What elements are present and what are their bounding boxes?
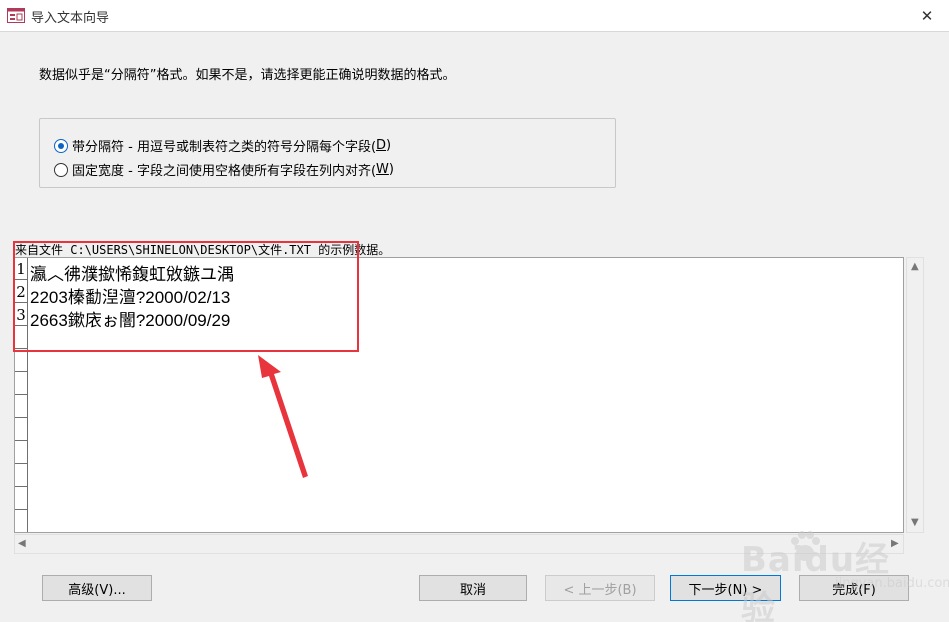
option-fixed-width-end: ) xyxy=(388,162,394,177)
row-number-empty xyxy=(15,396,27,418)
row-number-empty xyxy=(15,511,27,533)
row-number-empty xyxy=(15,373,27,395)
title-divider xyxy=(0,31,949,32)
vertical-scrollbar[interactable]: ▲ ▼ xyxy=(906,257,924,533)
watermark-url: jingyan.baidu.com xyxy=(835,576,949,591)
row-number-empty xyxy=(15,419,27,441)
option-fixed-width[interactable]: 固定宽度 - 字段之间使用空格使所有字段在列内对齐(W) xyxy=(54,160,394,179)
baidu-watermark: Baidu经验 jingyan.baidu.com xyxy=(725,520,949,622)
annotation-highlight-box xyxy=(13,241,359,352)
row-number-empty xyxy=(15,350,27,372)
window-title: 导入文本向导 xyxy=(31,11,110,26)
radio-fixed-width[interactable] xyxy=(54,162,68,177)
option-delimited-label: 带分隔符 - 用逗号或制表符之类的符号分隔每个字段( xyxy=(72,140,377,155)
row-number-empty xyxy=(15,465,27,487)
option-delimited-end: ) xyxy=(386,138,392,153)
format-prompt: 数据似乎是“分隔符”格式。如果不是，请选择更能正确说明数据的格式。 xyxy=(39,68,456,83)
title-bar: 导入文本向导 ✕ xyxy=(0,0,949,32)
format-option-group: 带分隔符 - 用逗号或制表符之类的符号分隔每个字段(D) 固定宽度 - 字段之间… xyxy=(39,118,616,188)
wizard-window-icon xyxy=(7,8,25,23)
option-delimited[interactable]: 带分隔符 - 用逗号或制表符之类的符号分隔每个字段(D) xyxy=(54,136,391,155)
back-button[interactable]: < 上一步(B) xyxy=(545,575,655,601)
close-button[interactable]: ✕ xyxy=(905,0,949,32)
advanced-button[interactable]: 高级(V)... xyxy=(42,575,152,601)
row-number-empty xyxy=(15,442,27,464)
row-number-empty xyxy=(15,488,27,510)
close-icon: ✕ xyxy=(920,7,934,25)
option-fixed-width-hotkey: W xyxy=(376,162,389,177)
cancel-button[interactable]: 取消 xyxy=(419,575,527,601)
radio-delimited[interactable] xyxy=(54,138,68,153)
option-fixed-width-label: 固定宽度 - 字段之间使用空格使所有字段在列内对齐( xyxy=(72,164,377,179)
option-delimited-hotkey: D xyxy=(376,138,387,153)
scroll-left-icon[interactable]: ◀ xyxy=(18,538,26,549)
scroll-up-icon[interactable]: ▲ xyxy=(911,261,919,272)
